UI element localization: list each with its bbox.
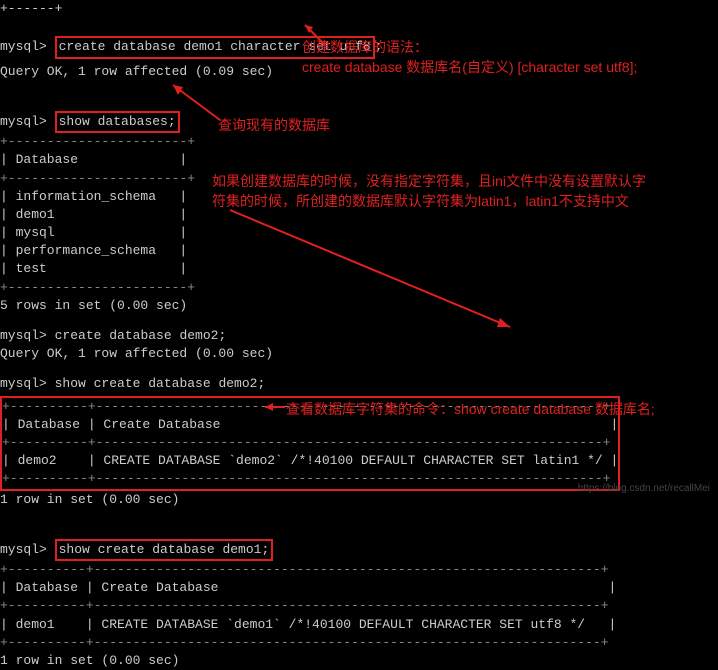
db-table-header: | Database | [0, 151, 718, 169]
cmd-show-create-demo2: mysql> show create database demo2; [0, 375, 718, 393]
prompt: mysql> [0, 114, 47, 129]
arrow-icon-4 [260, 398, 290, 416]
annotation-show-db: 查询现有的数据库 [218, 116, 330, 136]
arrow-icon-3 [210, 205, 520, 335]
boxed-cmd-2: show databases; [55, 111, 180, 133]
annotation-show-create: 查看数据库字符集的命令：show create database 数据库名; [286, 400, 655, 420]
rows-count-1b: 1 row in set (0.00 sec) [0, 652, 718, 670]
db-table-top: +-----------------------+ [0, 133, 718, 151]
cmd-show-databases: mysql> show databases; [0, 93, 718, 133]
query-ok-2: Query OK, 1 row affected (0.00 sec) [0, 345, 718, 363]
watermark: https://blog.csdn.net/recallMei [578, 482, 710, 496]
prompt: mysql> [0, 39, 47, 54]
border-fragment: +------+ [0, 0, 718, 18]
arrow-icon-1 [300, 20, 330, 48]
arrow-icon-2 [165, 80, 225, 125]
cmd-show-create-demo1: mysql> show create database demo1; [0, 521, 718, 561]
boxed-cmd-5: show create database demo1; [55, 539, 274, 561]
annotation-create-syntax: 创建数据库的语法： create database 数据库名(自定义) [cha… [302, 38, 637, 77]
